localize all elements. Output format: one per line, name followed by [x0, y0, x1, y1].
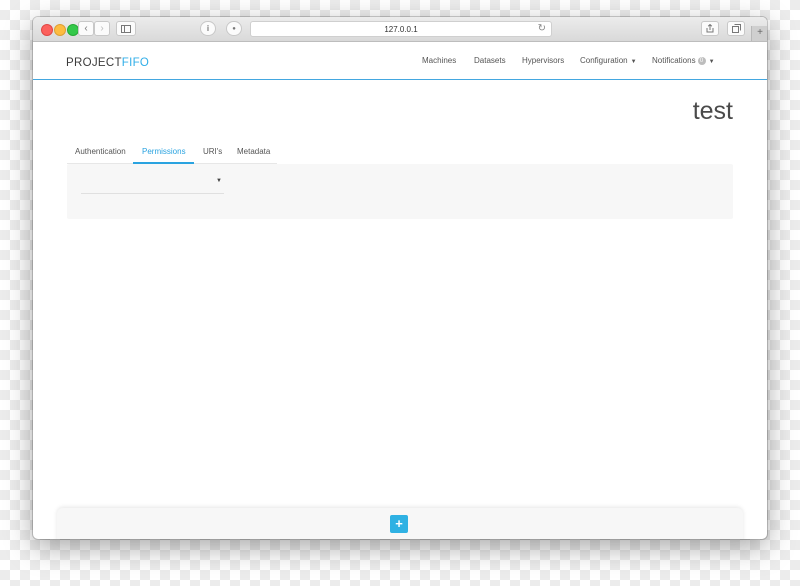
tab-permissions[interactable]: Permissions: [142, 147, 186, 156]
minimize-window-button[interactable]: [54, 24, 66, 36]
logo-project-text: PROJECT: [66, 57, 122, 69]
reload-icon[interactable]: ↻: [538, 23, 546, 34]
info-button[interactable]: i: [200, 21, 216, 36]
chevron-left-icon: ‹: [84, 23, 88, 34]
nav-configuration[interactable]: Configuration ▼: [580, 56, 637, 65]
logo-fifo-text: FIFO: [121, 57, 150, 69]
tabs-icon: [731, 24, 741, 33]
tabs-button[interactable]: [727, 21, 745, 36]
page-title: test: [692, 97, 733, 125]
nav-notifications[interactable]: Notifications 0 ▼: [652, 56, 715, 65]
permissions-panel: ▼: [67, 164, 733, 219]
nav-datasets[interactable]: Datasets: [474, 56, 506, 65]
sidebar-icon: [121, 24, 131, 33]
forward-button[interactable]: ›: [94, 21, 110, 36]
tab-uris[interactable]: URI's: [203, 147, 222, 156]
nav-notifications-label: Notifications: [652, 56, 696, 65]
sidebar-button[interactable]: [116, 21, 136, 36]
add-button[interactable]: +: [390, 515, 408, 533]
nav-configuration-label: Configuration: [580, 56, 628, 65]
project-fifo-logo[interactable]: PROJECTFIFO: [66, 57, 149, 69]
nav-hypervisors[interactable]: Hypervisors: [522, 56, 564, 65]
tab-authentication[interactable]: Authentication: [75, 147, 126, 156]
new-tab-button[interactable]: +: [751, 26, 767, 41]
close-window-button[interactable]: [41, 24, 53, 36]
nav-machines[interactable]: Machines: [422, 56, 456, 65]
url-text: 127.0.0.1: [384, 24, 418, 34]
permission-select[interactable]: ▼: [81, 174, 224, 194]
extension-icon: ●: [232, 25, 236, 32]
browser-window: ‹ › i ● 127.0.0.1 ↻ + PROJECTFIFO Machin…: [33, 17, 767, 539]
info-icon: i: [206, 24, 210, 33]
address-bar[interactable]: 127.0.0.1 ↻: [250, 21, 552, 37]
chevron-down-icon: ▼: [630, 59, 637, 65]
title-bar: ‹ › i ● 127.0.0.1 ↻ +: [33, 17, 767, 42]
caret-down-icon: ▼: [216, 178, 222, 184]
share-icon: [706, 24, 714, 33]
top-navbar: PROJECTFIFO Machines Datasets Hypervisor…: [33, 42, 767, 80]
notifications-count-badge: 0: [697, 56, 706, 65]
share-button[interactable]: [701, 21, 719, 36]
chevron-right-icon: ›: [100, 23, 104, 34]
chevron-down-icon: ▼: [708, 59, 715, 65]
back-button[interactable]: ‹: [78, 21, 94, 36]
extension-button[interactable]: ●: [226, 21, 242, 36]
tab-metadata[interactable]: Metadata: [237, 147, 270, 156]
footer-bar: +: [57, 508, 743, 539]
